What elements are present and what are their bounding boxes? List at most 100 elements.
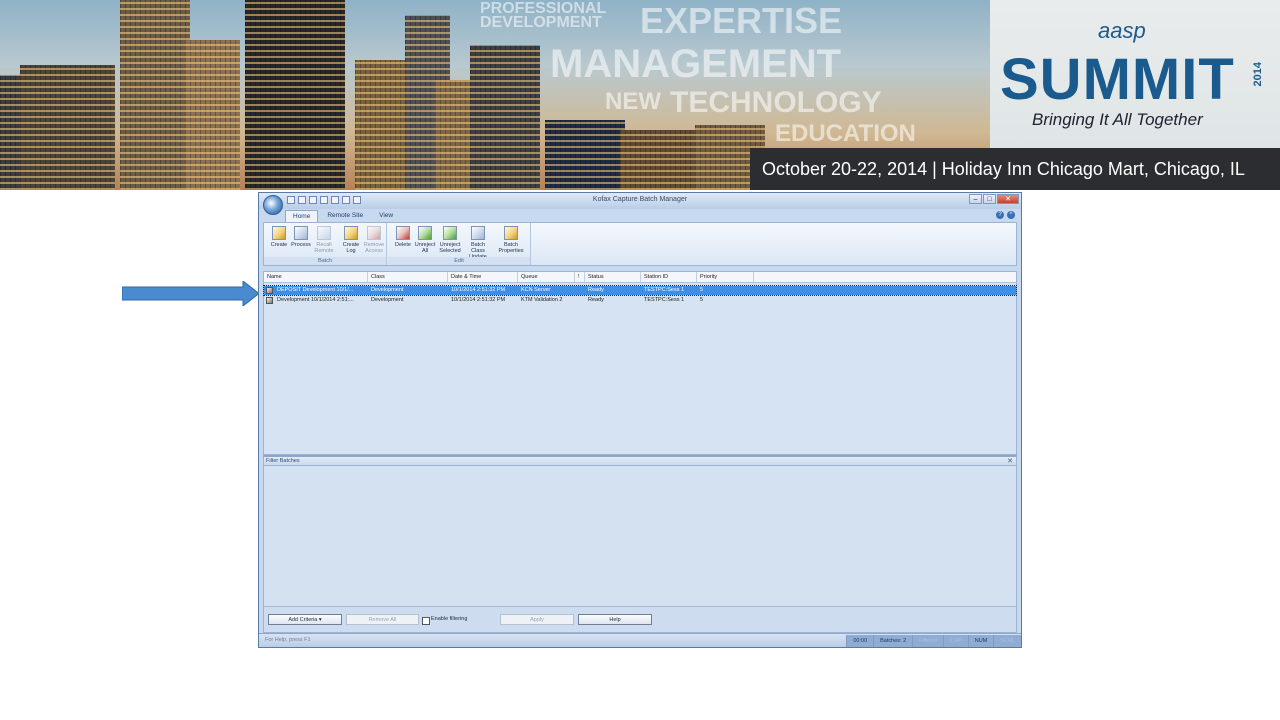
logo-tagline: Bringing It All Together xyxy=(1032,110,1203,129)
batch-queue: KCN Server xyxy=(521,287,551,293)
logo-year: 2014 xyxy=(1252,62,1264,87)
column-header-queue[interactable]: Queue xyxy=(518,272,575,282)
filter-panel-title: Filter Batches xyxy=(266,458,300,464)
status-num: NUM xyxy=(967,635,994,647)
batch-properties-icon xyxy=(504,226,518,240)
banner-word: NEW xyxy=(605,88,661,115)
unreject-selected-icon xyxy=(443,226,457,240)
enable-filtering-checkbox[interactable] xyxy=(422,617,430,625)
help-icon[interactable]: ? xyxy=(996,211,1004,219)
batch-properties-button[interactable]: Batch Properties xyxy=(496,226,526,254)
pointer-arrow xyxy=(122,281,260,306)
status-bar: For Help, press F1 00:00 Batches: 2 Filt… xyxy=(259,633,1021,647)
batch-queue: KTM Validation 2 xyxy=(521,297,563,303)
batch-icon xyxy=(266,297,273,304)
filter-panel-header: Filter Batches ✕ xyxy=(264,457,1016,466)
banner-word: DEVELOPMENT xyxy=(480,14,602,31)
column-header-status[interactable]: Status xyxy=(585,272,641,282)
apply-button[interactable]: Apply xyxy=(500,614,574,625)
remove-access-label: Remove Access xyxy=(363,242,385,254)
create-log-icon xyxy=(344,226,358,240)
ribbon-tabs: Home Remote Site View xyxy=(285,210,400,222)
status-time: 00:00 xyxy=(846,635,873,647)
delete-label: Delete xyxy=(395,242,411,248)
batch-list: Name Class Date & Time Queue ! Status St… xyxy=(263,271,1017,455)
batch-icon xyxy=(266,287,273,294)
status-filtered: Filtered xyxy=(912,635,943,647)
banner-word: TECHNOLOGY xyxy=(670,86,882,119)
batch-priority: 5 xyxy=(700,287,704,293)
process-button[interactable]: Process xyxy=(289,226,313,248)
unreject-all-icon xyxy=(418,226,432,240)
banner-word-cloud: PROFESSIONAL DEVELOPMENT EXPERTISE MANAG… xyxy=(470,0,990,150)
batch-datetime: 10/1/2014 2:51:32 PM xyxy=(451,297,506,303)
filter-batches-panel: Filter Batches ✕ Add Criteria ▾ Remove A… xyxy=(263,457,1017,633)
batch-priority: 5 xyxy=(700,297,704,303)
unreject-all-label: Unreject All xyxy=(414,242,436,254)
column-header-priority[interactable]: Priority xyxy=(697,272,754,282)
recall-remote-label: Recall Remote xyxy=(314,242,334,254)
add-criteria-label: Add Criteria xyxy=(288,617,318,623)
minimize-button[interactable]: – xyxy=(969,194,982,204)
banner-word: EXPERTISE xyxy=(640,0,843,41)
batch-row[interactable]: DEPOSIT Development 10/1/... Development… xyxy=(263,285,1017,296)
filter-criteria-area xyxy=(264,466,1016,606)
batch-class: Development xyxy=(371,287,404,293)
batch-name: Development 10/1/2014 2:51:... xyxy=(277,297,354,303)
batch-status: Ready xyxy=(588,287,604,293)
unreject-selected-button[interactable]: Unreject Selected xyxy=(438,226,462,254)
close-button[interactable]: ✕ xyxy=(997,194,1019,204)
batch-name: DEPOSIT Development 10/1/... xyxy=(277,287,354,293)
minimize-ribbon-icon[interactable]: ^ xyxy=(1007,211,1015,219)
batch-station: TESTPC:Sess 1 xyxy=(644,287,685,293)
status-scrl: SCRL xyxy=(993,635,1021,647)
batch-class-update-icon xyxy=(471,226,485,240)
column-header-name[interactable]: Name xyxy=(264,272,368,282)
column-header-class[interactable]: Class xyxy=(368,272,448,282)
batch-station: TESTPC:Sess 1 xyxy=(644,297,685,303)
create-label: Create xyxy=(270,242,288,248)
create-log-button[interactable]: Create Log xyxy=(339,226,363,254)
batch-datetime: 10/1/2014 2:51:32 PM xyxy=(451,287,506,293)
help-button[interactable]: Help xyxy=(578,614,652,625)
batch-class: Development xyxy=(371,297,404,303)
remove-access-icon xyxy=(367,226,381,240)
process-label: Process xyxy=(291,242,311,248)
create-button[interactable]: Create xyxy=(267,226,291,248)
group-label-edit: Edit xyxy=(388,257,530,265)
window-controls: – □ ✕ xyxy=(969,194,1019,204)
column-header-sort[interactable]: ! xyxy=(575,272,585,282)
banner-word: EDUCATION xyxy=(775,120,916,147)
remove-all-button[interactable]: Remove All xyxy=(346,614,419,625)
tab-remote-site[interactable]: Remote Site xyxy=(320,210,370,222)
remove-access-button[interactable]: Remove Access xyxy=(362,226,386,254)
process-icon xyxy=(294,226,308,240)
banner-word: MANAGEMENT xyxy=(550,42,842,86)
recall-remote-button[interactable]: Recall Remote xyxy=(312,226,336,254)
help-icons: ? ^ xyxy=(996,211,1015,219)
tab-home[interactable]: Home xyxy=(285,210,319,222)
application-menu-button[interactable] xyxy=(263,195,283,215)
summit-logo: aasp SUMMIT 2014 Bringing It All Togethe… xyxy=(990,0,1280,148)
unreject-all-button[interactable]: Unreject All xyxy=(413,226,437,254)
create-log-label: Create Log xyxy=(342,242,360,254)
batch-properties-label: Batch Properties xyxy=(498,242,524,254)
batch-row[interactable]: Development 10/1/2014 2:51:... Developme… xyxy=(264,296,1016,305)
close-icon[interactable]: ✕ xyxy=(1007,457,1013,466)
column-header-station[interactable]: Station ID xyxy=(641,272,697,282)
add-criteria-dropdown[interactable]: Add Criteria ▾ xyxy=(268,614,342,625)
title-bar: Kofax Capture Batch Manager – □ ✕ xyxy=(259,193,1021,209)
maximize-button[interactable]: □ xyxy=(983,194,996,204)
unreject-selected-label: Unreject Selected xyxy=(439,242,461,254)
ribbon: Create Process Recall Remote Create Log … xyxy=(263,222,1017,266)
tab-view[interactable]: View xyxy=(372,210,400,222)
filter-toolbar: Add Criteria ▾ Remove All Enable filteri… xyxy=(264,606,1016,632)
batch-class-update-button[interactable]: Batch Class Update xyxy=(466,226,490,260)
batch-status: Ready xyxy=(588,297,604,303)
delete-button[interactable]: Delete xyxy=(391,226,415,248)
column-header-datetime[interactable]: Date & Time xyxy=(448,272,518,282)
create-icon xyxy=(272,226,286,240)
recall-remote-icon xyxy=(317,226,331,240)
delete-icon xyxy=(396,226,410,240)
batch-manager-window: Kofax Capture Batch Manager – □ ✕ Home R… xyxy=(258,192,1022,648)
